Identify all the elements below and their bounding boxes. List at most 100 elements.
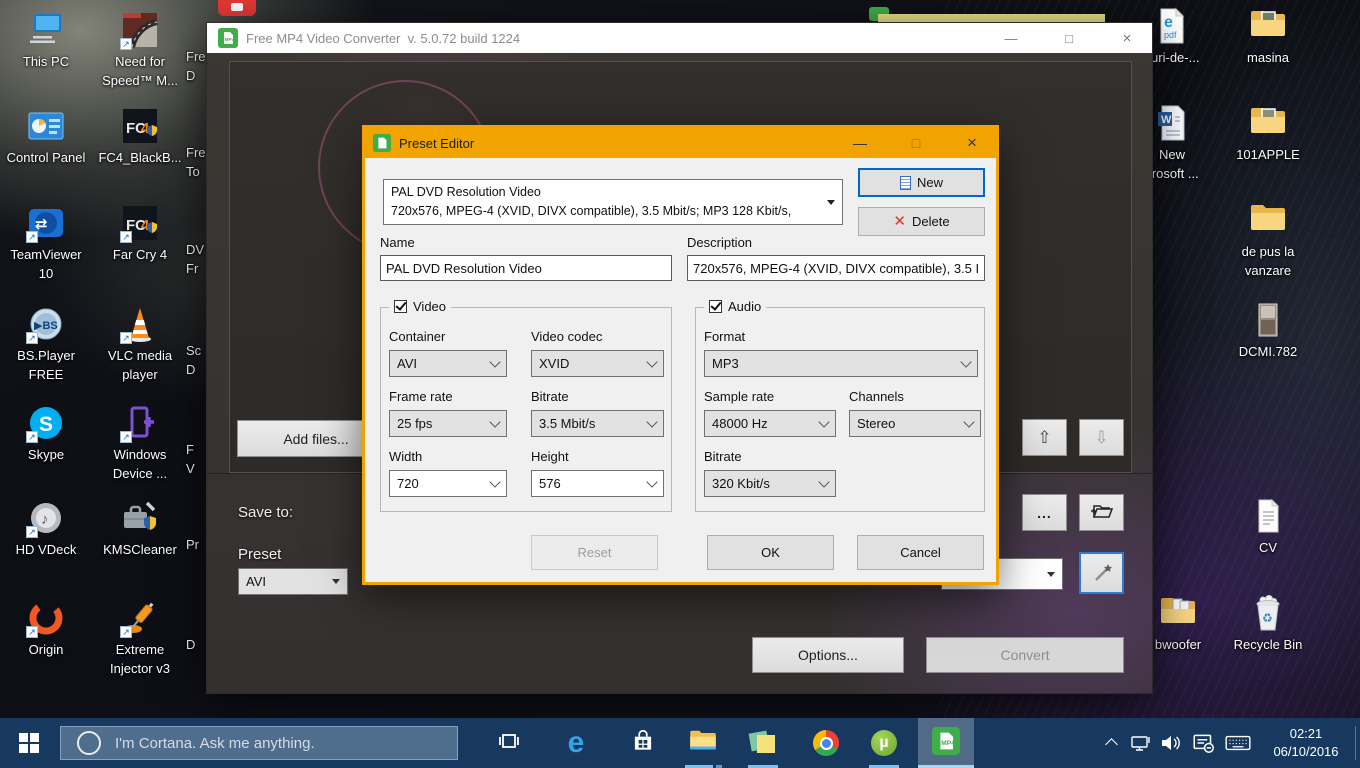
desktop-icon-label: Windows Device ... — [113, 446, 167, 484]
edge-icon: e — [568, 728, 585, 758]
desktop-icon-hd-vdeck[interactable]: ♪ HD VDeck — [0, 498, 92, 560]
new-preset-button[interactable]: New — [858, 168, 985, 197]
desktop-icon-need-for-speed[interactable]: Need for Speed™ M... — [94, 10, 186, 91]
move-down-button[interactable]: ⇩ — [1079, 419, 1124, 456]
height-select[interactable]: 576 — [531, 470, 664, 497]
task-view-button[interactable] — [487, 718, 531, 768]
format-select[interactable]: MP3 — [704, 350, 978, 377]
name-label: Name — [380, 235, 415, 250]
main-window-titlebar[interactable]: MP4 Free MP4 Video Converter v. 5.0.72 b… — [207, 23, 1152, 53]
options-button[interactable]: Options... — [752, 637, 904, 673]
main-window-title: Free MP4 Video Converter v. 5.0.72 build… — [246, 31, 520, 46]
chevron-down-icon — [963, 416, 974, 427]
preset-format-select[interactable]: AVI — [238, 568, 348, 595]
taskbar-utorrent-button[interactable]: µ — [862, 718, 906, 768]
channels-select[interactable]: Stereo — [849, 410, 981, 437]
tray-keyboard-icon[interactable] — [1222, 718, 1254, 768]
taskbar-file-explorer-button[interactable] — [681, 718, 725, 768]
tray-action-center-icon[interactable] — [1188, 718, 1220, 768]
desktop-icon-bsplayer[interactable]: ▶BS BS.Player FREE — [0, 304, 92, 385]
tray-network-icon[interactable] — [1126, 718, 1156, 768]
desktop-icon-kmscleaner[interactable]: KMSCleaner — [94, 498, 186, 560]
cortana-search-box[interactable]: I'm Cortana. Ask me anything. — [60, 726, 458, 760]
reset-button[interactable]: Reset — [531, 535, 658, 570]
convert-button[interactable]: Convert — [926, 637, 1124, 673]
name-input[interactable]: PAL DVD Resolution Video — [380, 255, 672, 281]
bsplayer-icon: ▶BS — [26, 304, 66, 344]
touch-keyboard-icon — [1224, 733, 1252, 753]
browse-output-button[interactable]: ... — [1022, 494, 1067, 531]
frame-rate-select[interactable]: 25 fps — [389, 410, 507, 437]
minimize-button[interactable]: — — [989, 23, 1033, 53]
desktop-icon-origin[interactable]: Origin — [0, 598, 92, 660]
save-to-label: Save to: — [238, 504, 293, 521]
chevron-down-icon — [646, 476, 657, 487]
desktop-icon-label: FC4_BlackB... — [98, 149, 181, 168]
desktop-icon-de-pus-la-vanzare[interactable]: de pus la vanzare — [1222, 200, 1314, 281]
desktop-icon-teamviewer[interactable]: ⇄ TeamViewer 10 — [0, 203, 92, 284]
width-label: Width — [389, 449, 422, 464]
desktop-icon-control-panel[interactable]: Control Panel — [0, 106, 92, 168]
show-desktop-divider[interactable] — [1355, 726, 1356, 760]
pictures-folder-icon — [1248, 6, 1288, 46]
desktop-icon-dcmi-782[interactable]: DCMI.782 — [1222, 300, 1314, 362]
desktop-icon-skype[interactable]: S Skype — [0, 403, 92, 465]
audio-bitrate-select[interactable]: 320 Kbit/s — [704, 470, 836, 497]
clock-time: 02:21 — [1290, 725, 1323, 743]
taskbar-chrome-button[interactable] — [804, 718, 848, 768]
dialog-titlebar[interactable]: Preset Editor — □ × — [365, 128, 996, 158]
speaker-icon — [1159, 733, 1183, 753]
origin-icon — [26, 598, 66, 638]
desktop-icon-101apple[interactable]: 101APPLE — [1222, 103, 1314, 165]
taskbar-store-button[interactable] — [621, 718, 665, 768]
video-codec-select[interactable]: XVID — [531, 350, 664, 377]
start-button[interactable] — [0, 718, 58, 768]
desktop-icon-label: Control Panel — [7, 149, 86, 168]
dropdown-arrow-icon — [1047, 572, 1055, 577]
description-input[interactable]: 720x576, MPEG-4 (XVID, DIVX compatible),… — [687, 255, 985, 281]
open-output-folder-button[interactable] — [1079, 494, 1124, 531]
move-up-button[interactable]: ⇧ — [1022, 419, 1067, 456]
desktop-icon-masina[interactable]: masina — [1222, 6, 1314, 68]
desktop-icon-windows-device[interactable]: Windows Device ... — [94, 403, 186, 484]
format-label: Format — [704, 329, 745, 344]
cortana-icon — [77, 731, 101, 755]
desktop-icon-recycle-bin[interactable]: ♻ Recycle Bin — [1222, 593, 1314, 655]
sticky-notes-icon — [750, 730, 776, 756]
desktop-icon-extreme-injector[interactable]: Extreme Injector v3 — [94, 598, 186, 679]
width-select[interactable]: 720 — [389, 470, 507, 497]
dialog-maximize-button[interactable]: □ — [899, 132, 933, 154]
svg-text:⇄: ⇄ — [35, 216, 48, 233]
svg-text:▶BS: ▶BS — [34, 320, 58, 332]
desktop-icon-cv[interactable]: CV — [1222, 496, 1314, 558]
delete-preset-button[interactable]: ✕ Delete — [858, 207, 985, 236]
preset-select[interactable]: PAL DVD Resolution Video 720x576, MPEG-4… — [383, 179, 843, 225]
desktop-icon-fc4-blackb[interactable]: FC4 FC4_BlackB... — [94, 106, 186, 168]
youtube-window-fragment — [218, 0, 256, 16]
taskbar-notes-button[interactable] — [741, 718, 785, 768]
dropdown-arrow-icon — [827, 200, 835, 205]
dialog-minimize-button[interactable]: — — [843, 132, 877, 154]
maximize-button[interactable]: □ — [1047, 23, 1091, 53]
edit-preset-button[interactable] — [1079, 552, 1124, 594]
tray-volume-icon[interactable] — [1156, 718, 1186, 768]
desktop-icon-far-cry-4[interactable]: FC4 Far Cry 4 — [94, 203, 186, 265]
desktop-icon-this-pc[interactable]: This PC — [0, 10, 92, 72]
audio-group: Audio Format MP3 Sample rate 48000 Hz Ch… — [695, 307, 985, 512]
svg-text:pdf: pdf — [1164, 30, 1177, 40]
taskbar-edge-button[interactable]: e — [554, 718, 598, 768]
container-select[interactable]: AVI — [389, 350, 507, 377]
cancel-button[interactable]: Cancel — [857, 535, 984, 570]
video-bitrate-select[interactable]: 3.5 Mbit/s — [531, 410, 664, 437]
taskbar-mp4-converter-button[interactable]: MP4 — [918, 718, 974, 768]
tray-expand-button[interactable] — [1096, 718, 1126, 768]
dialog-close-button[interactable]: × — [955, 132, 989, 154]
audio-checkbox[interactable] — [709, 300, 722, 313]
close-button[interactable]: × — [1105, 23, 1149, 53]
ok-button[interactable]: OK — [707, 535, 834, 570]
taskbar-clock[interactable]: 02:21 06/10/2016 — [1258, 718, 1354, 768]
sample-rate-select[interactable]: 48000 Hz — [704, 410, 836, 437]
desktop-icon-vlc[interactable]: VLC media player — [94, 304, 186, 385]
mp4-converter-icon: MP4 — [932, 727, 960, 760]
video-checkbox[interactable] — [394, 300, 407, 313]
